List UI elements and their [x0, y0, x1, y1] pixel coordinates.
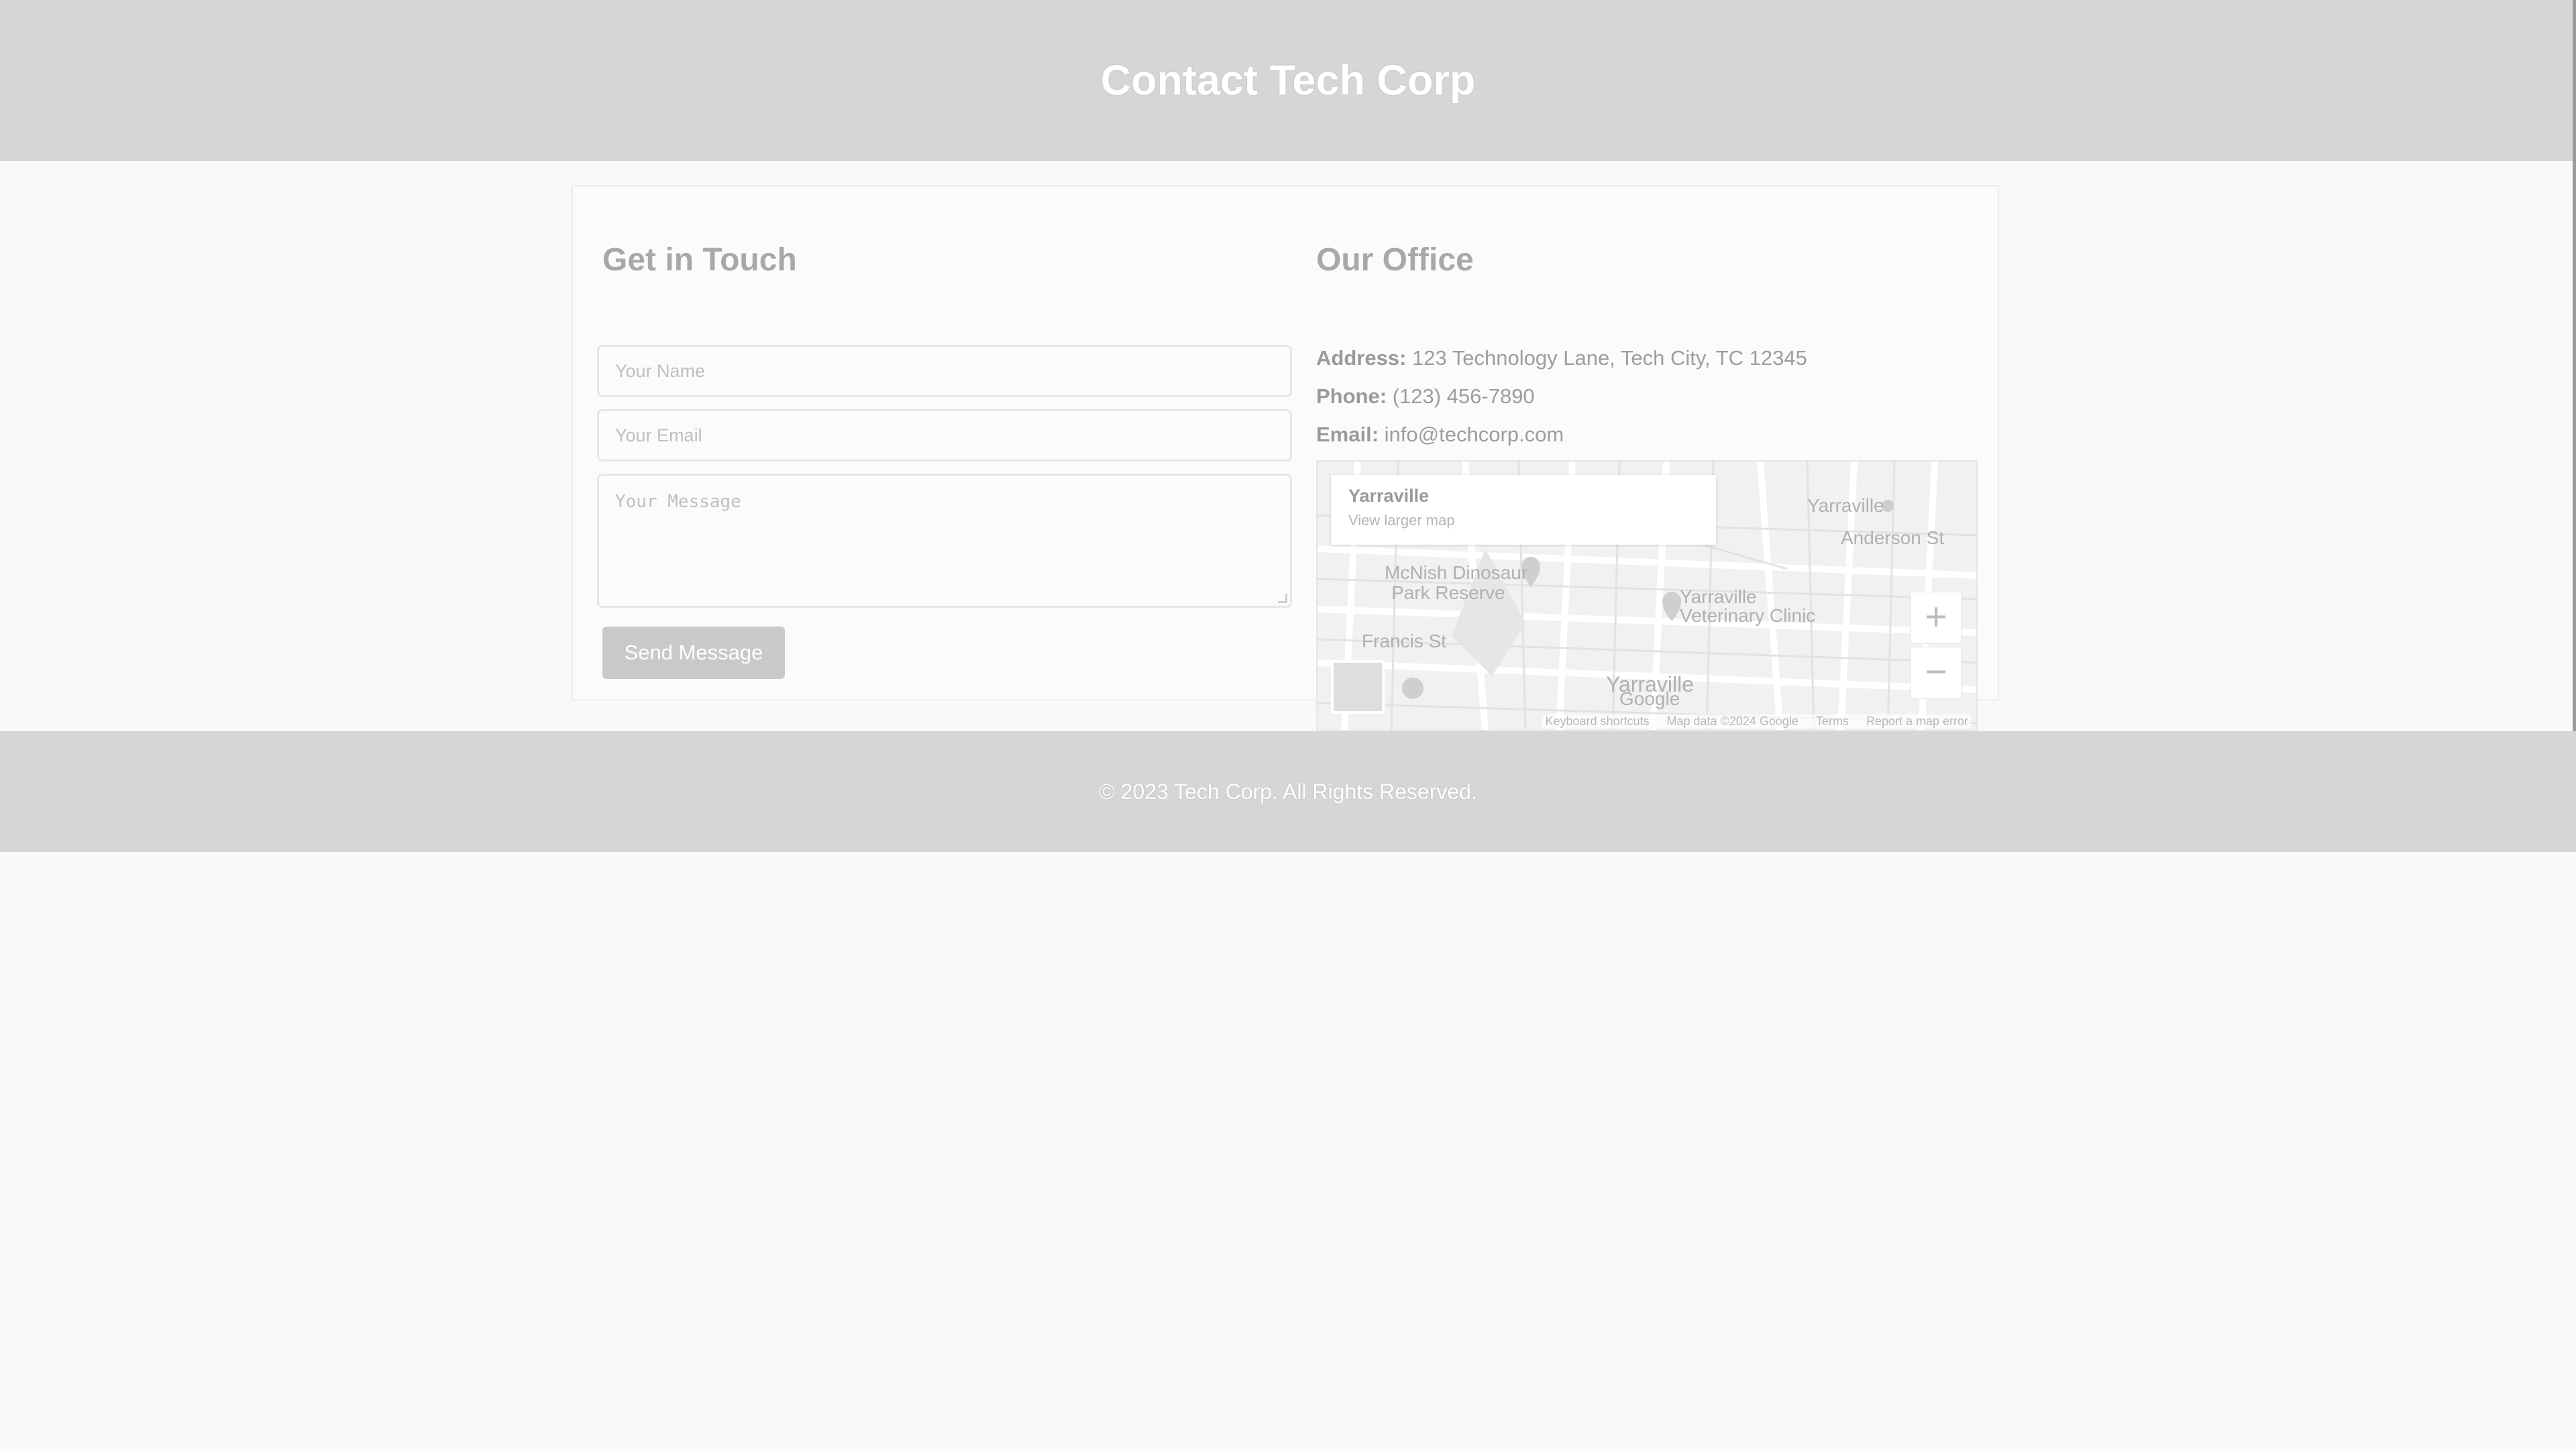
name-input[interactable]: Your Name	[597, 345, 1292, 397]
email-placeholder: Your Email	[615, 425, 702, 445]
office-map[interactable]: McNish Dinosaur Park Reserve Yarraville …	[1316, 460, 1978, 731]
email-input[interactable]: Your Email	[597, 409, 1292, 462]
zoom-out-button[interactable]: −	[1911, 647, 1962, 699]
scrollbar[interactable]	[2573, 0, 2576, 852]
map-label-vet-2: Veterinary Clinic	[1680, 605, 1816, 626]
copyright-text: © 2023 Tech Corp. All Rights Reserved.	[1099, 779, 1477, 804]
form-title: Get in Touch	[602, 242, 797, 278]
phone-value: (123) 456-7890	[1392, 384, 1535, 408]
office-title: Our Office	[1316, 242, 1474, 278]
zoom-in-button[interactable]: +	[1911, 592, 1962, 644]
site-footer: © 2023 Tech Corp. All Rights Reserved.	[0, 731, 2576, 852]
office-address: Address: 123 Technology Lane, Tech City,…	[1316, 346, 1807, 370]
contact-container: Get in Touch Your Name Your Email Your M…	[572, 185, 1999, 731]
map-place-name: Yarraville	[1348, 486, 1430, 506]
map-label-dinosaur-park: McNish Dinosaur	[1385, 562, 1528, 583]
message-textarea[interactable]: Your Message	[597, 474, 1292, 608]
map-label-yarraville-pin: Yarraville	[1807, 495, 1884, 516]
site-header: Contact Tech Corp	[0, 0, 2576, 161]
map-label-anderson-st: Anderson St	[1841, 527, 1945, 548]
resize-handle-icon[interactable]	[1278, 594, 1287, 603]
map-place-card: Yarraville View larger map	[1331, 475, 1716, 545]
email-value: info@techcorp.com	[1384, 423, 1564, 446]
email-label: Email:	[1316, 423, 1379, 446]
office-info: Our Office Address: 123 Technology Lane,…	[1316, 241, 1980, 731]
address-label: Address:	[1316, 346, 1407, 370]
map-label-park-reserve: Park Reserve	[1391, 582, 1505, 603]
pegman-icon[interactable]	[1331, 660, 1385, 714]
map-label-francis-st: Francis St	[1362, 631, 1447, 651]
address-value: 123 Technology Lane, Tech City, TC 12345	[1412, 346, 1807, 370]
contact-form: Get in Touch Your Name Your Email Your M…	[597, 241, 1293, 679]
google-logo: Google	[1619, 688, 1680, 709]
report-map-error-link[interactable]: Report a map error	[1866, 714, 1968, 729]
view-larger-map-link[interactable]: View larger map	[1348, 512, 1699, 529]
map-attribution: Keyboard shortcuts Map data ©2024 Google…	[1542, 714, 1971, 729]
keyboard-shortcuts-link[interactable]: Keyboard shortcuts	[1545, 714, 1649, 729]
message-placeholder: Your Message	[615, 492, 741, 512]
name-placeholder: Your Name	[615, 361, 706, 381]
office-phone: Phone: (123) 456-7890	[1316, 384, 1535, 409]
map-data-text: Map data ©2024 Google	[1666, 714, 1799, 728]
send-message-button[interactable]: Send Message	[602, 627, 785, 679]
phone-label: Phone:	[1316, 384, 1387, 408]
page-title: Contact Tech Corp	[1100, 57, 1476, 104]
office-email: Email: info@techcorp.com	[1316, 423, 1564, 447]
terms-link[interactable]: Terms	[1816, 714, 1849, 729]
